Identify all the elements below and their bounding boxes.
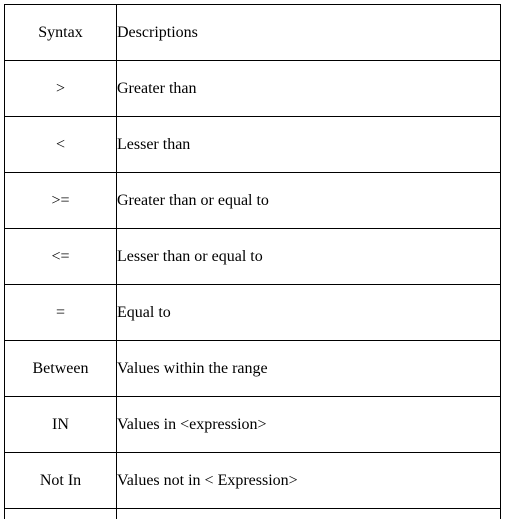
table-header-row: Syntax Descriptions [4,4,501,61]
table-row: > Greater than [4,60,501,117]
cell-description: Greater than [116,60,501,117]
cell-syntax: <= [4,228,117,285]
cell-syntax: IN [4,396,117,453]
table-row: Between Values within the range [4,340,501,397]
cell-description: Equal to [116,284,501,341]
cell-syntax: > [4,60,117,117]
cell-syntax: Between [4,340,117,397]
cell-description: Lesser than [116,116,501,173]
column-header-syntax: Syntax [4,4,117,61]
table-row: Not In Values not in < Expression> [4,452,501,509]
cell-description: Greater than or equal to [116,172,501,229]
cell-syntax: < [4,116,117,173]
cell-syntax [4,508,117,519]
table-row: <= Lesser than or equal to [4,228,501,285]
table-row: = Equal to [4,284,501,341]
cell-description: Values not in < Expression> [116,452,501,509]
operators-table-container: Syntax Descriptions > Greater than < Les… [4,4,501,519]
operators-table: Syntax Descriptions > Greater than < Les… [4,4,501,519]
cell-syntax: = [4,284,117,341]
table-row: < Lesser than [4,116,501,173]
cell-description: Lesser than or equal to [116,228,501,285]
table-row: >= Greater than or equal to [4,172,501,229]
table-body: > Greater than < Lesser than >= Greater … [4,60,501,519]
table-row-partial [4,508,501,519]
cell-description: Values in <expression> [116,396,501,453]
table-header: Syntax Descriptions [4,4,501,61]
cell-description [116,508,501,519]
cell-syntax: Not In [4,452,117,509]
table-row: IN Values in <expression> [4,396,501,453]
column-header-descriptions: Descriptions [116,4,501,61]
cell-syntax: >= [4,172,117,229]
cell-description: Values within the range [116,340,501,397]
